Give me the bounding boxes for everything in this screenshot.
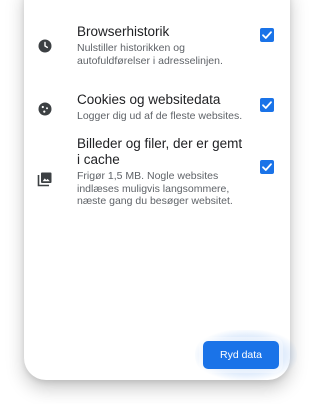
option-description: Logger dig ud af de fleste websites. — [77, 110, 243, 122]
option-text: Cookies og websitedata Logger dig ud af … — [77, 92, 247, 123]
option-browsing-history[interactable]: Browserhistorik Nulstiller historikken o… — [24, 24, 290, 74]
cookie-icon — [36, 100, 54, 118]
checkbox-browsing-history[interactable] — [260, 28, 274, 42]
option-description: Nulstiller historikken og autofuldførels… — [77, 42, 223, 67]
option-description: Frigør 1,5 MB. Nogle websites indlæses m… — [77, 170, 233, 207]
option-title: Billeder og filer, der er gemt i cache — [77, 136, 243, 167]
checkbox-cached-images-files[interactable] — [260, 160, 274, 174]
option-cookies-site-data[interactable]: Cookies og websitedata Logger dig ud af … — [24, 92, 290, 132]
screen: Browserhistorik Nulstiller historikken o… — [0, 0, 324, 404]
clear-browsing-data-dialog: Browserhistorik Nulstiller historikken o… — [24, 0, 290, 380]
image-icon — [36, 170, 54, 188]
option-cached-images-files[interactable]: Billeder og filer, der er gemt i cache F… — [24, 136, 290, 228]
option-text: Browserhistorik Nulstiller historikken o… — [77, 24, 247, 67]
option-text: Billeder og filer, der er gemt i cache F… — [77, 136, 247, 208]
clear-data-button[interactable]: Ryd data — [203, 341, 279, 369]
option-title: Cookies og websitedata — [77, 92, 221, 107]
option-title: Browserhistorik — [77, 24, 170, 39]
clock-icon — [36, 37, 54, 55]
checkbox-cookies-site-data[interactable] — [260, 98, 274, 112]
